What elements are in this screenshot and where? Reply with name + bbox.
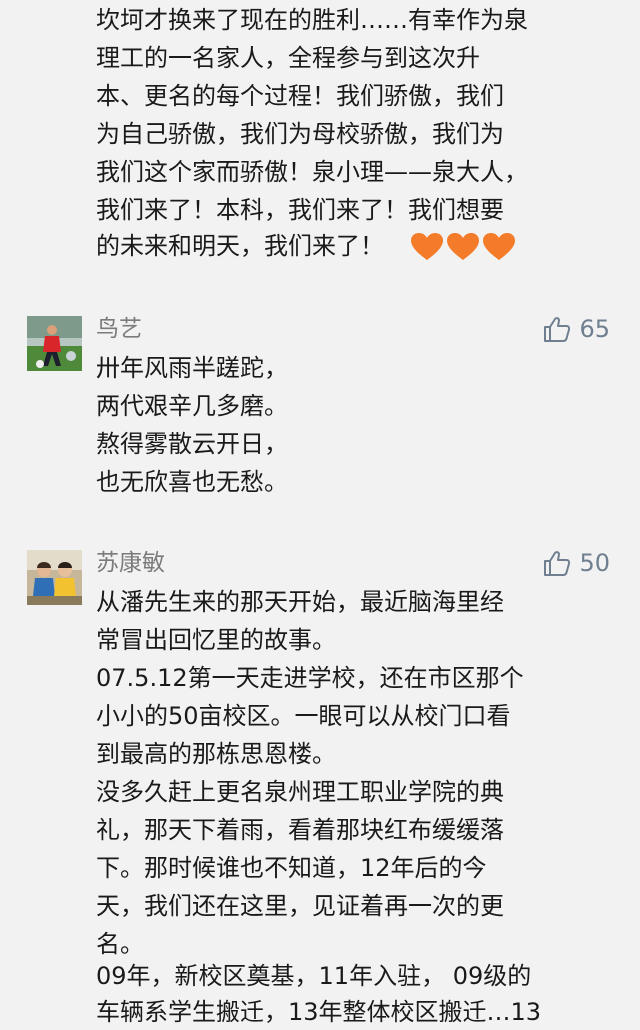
orange-heart-icon <box>410 233 443 260</box>
comment-text-line-last: 的未来和明天，我们来了！ <box>96 228 628 264</box>
comment-text-line: 09年，新校区奠基，11年入驻， 09级的 <box>96 962 532 990</box>
comment-text-line: 也无欣喜也无愁。 <box>96 468 288 496</box>
comment-text-line: 坎坷才换来了现在的胜利……有幸作为泉 <box>96 6 528 34</box>
thumbs-up-icon <box>544 317 571 342</box>
comment-text-line: 本、更名的每个过程！我们骄傲，我们 <box>96 82 504 110</box>
comment-text-line: 小小的50亩校区。一眼可以从校门口看 <box>96 702 511 730</box>
orange-heart-icon <box>446 233 479 260</box>
like-button[interactable]: 65 <box>543 314 610 344</box>
comment-text-line: 我们来了！本科，我们来了！我们想要 <box>96 196 504 224</box>
comment-text-fragment: 的未来和明天，我们来了！ <box>96 232 384 260</box>
avatar[interactable] <box>27 316 82 371</box>
comment-text-line: 没多久赶上更名泉州理工职业学院的典 <box>96 778 504 806</box>
orange-heart-icon <box>482 233 515 260</box>
comment-text-line: 礼，那天下着雨，看着那块红布缓缓落 <box>96 816 504 844</box>
username[interactable]: 苏康敏 <box>96 548 165 578</box>
like-button[interactable]: 50 <box>543 548 610 578</box>
comment-text-line: 卅年风雨半蹉跎， <box>96 354 288 382</box>
comment-text-line: 为自己骄傲，我们为母校骄傲，我们为 <box>96 120 504 148</box>
comment-text-line: 从潘先生来的那天开始，最近脑海里经 <box>96 588 504 616</box>
comment-text-line: 天，我们还在这里，见证着再一次的更 <box>96 892 504 920</box>
comment-text-line: 两代艰辛几多磨。 <box>96 392 288 420</box>
like-count: 65 <box>579 315 610 343</box>
comment-text-line: 车辆系学生搬迁，13年整体校区搬迁…13 <box>96 998 542 1026</box>
comment-text-line: 我们这个家而骄傲！泉小理——泉大人， <box>96 158 528 186</box>
avatar-photo-icon <box>27 550 82 605</box>
avatar[interactable] <box>27 550 82 605</box>
avatar-photo-icon <box>27 316 82 371</box>
heart-emoji-group <box>410 232 516 262</box>
comment-text-line: 常冒出回忆里的故事。 <box>96 626 336 654</box>
thumbs-up-icon <box>544 551 571 576</box>
comment-text-line: 下。那时候谁也不知道，12年后的今 <box>96 854 487 882</box>
like-count: 50 <box>579 549 610 577</box>
comment-text-line: 07.5.12第一天走进学校，还在市区那个 <box>96 664 524 692</box>
comment-text-line: 熬得雾散云开日， <box>96 430 288 458</box>
comment-text-line: 理工的一名家人，全程参与到这次升 <box>96 44 480 72</box>
comment-text-line: 到最高的那栋思恩楼。 <box>96 740 336 768</box>
comment-text-line: 名。 <box>96 930 144 958</box>
username[interactable]: 鸟艺 <box>96 314 142 344</box>
